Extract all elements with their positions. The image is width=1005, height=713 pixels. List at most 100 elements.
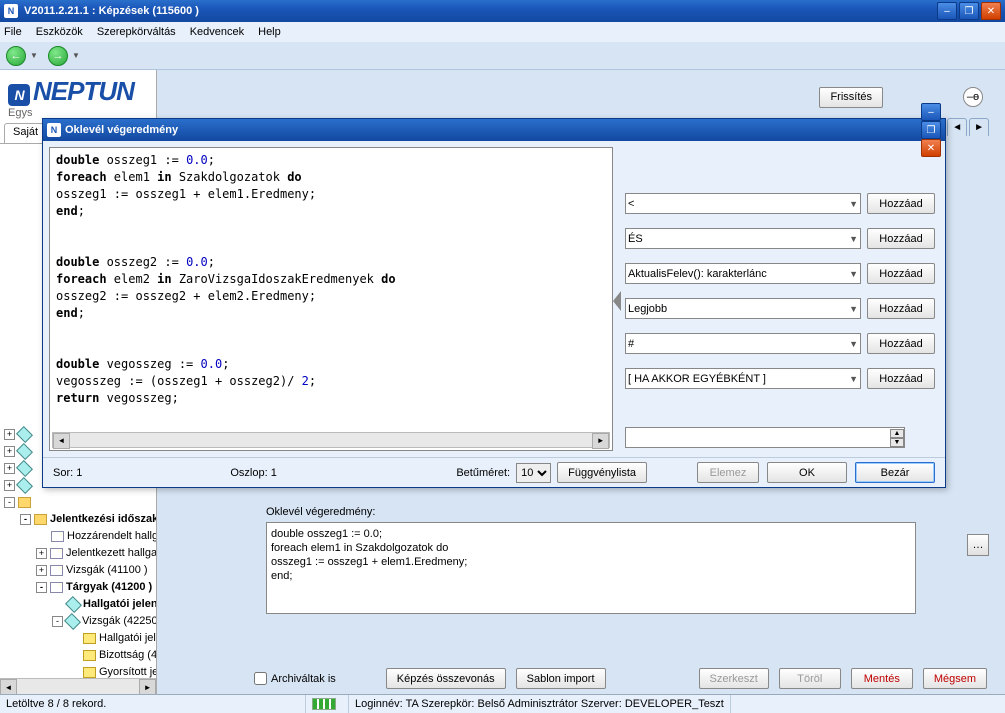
tree-note-icon — [83, 650, 96, 661]
edit-button[interactable]: Szerkeszt — [699, 668, 769, 689]
status-left: Letöltve 8 / 8 rekord. — [6, 695, 306, 713]
combo-ifelse[interactable]: [ HA AKKOR EGYÉBKÉNT ] ▼ — [625, 368, 861, 389]
tree-folder-icon — [34, 514, 47, 525]
add-button-3[interactable]: Hozzáad — [867, 263, 935, 284]
tree-dia-icon — [16, 460, 33, 477]
tree-expander-icon[interactable]: - — [20, 514, 31, 525]
add-button-2[interactable]: Hozzáad — [867, 228, 935, 249]
bottom-button-row: Archiváltak is Képzés összevonás Sablon … — [240, 668, 987, 689]
archive-checkbox-label: Archiváltak is — [271, 673, 336, 685]
menu-help[interactable]: Help — [258, 26, 281, 38]
nav-back-dropdown[interactable]: ▼ — [30, 51, 38, 60]
combo-logic[interactable]: ÉS ▼ — [625, 228, 861, 249]
code-hscrollbar[interactable] — [52, 432, 610, 448]
tree-dia-icon — [16, 443, 33, 460]
menu-roleswitch[interactable]: Szerepkörváltás — [97, 26, 176, 38]
save-button[interactable]: Mentés — [851, 668, 913, 689]
tabs-nav-right[interactable]: ► — [969, 118, 989, 136]
combo-best[interactable]: Legjobb ▼ — [625, 298, 861, 319]
add-button-6[interactable]: Hozzáad — [867, 368, 935, 389]
main-titlebar: N V2011.2.21.1 : Képzések (115600 ) – ❐ … — [0, 0, 1005, 22]
tree-node[interactable]: Hallgatói jelentke — [2, 596, 156, 613]
tree-node[interactable]: -Vizsgák (42250 ) — [2, 613, 156, 630]
dialog-titlebar[interactable]: N Oklevél végeredmény – ❐ ✕ — [43, 119, 945, 141]
tree-doc-icon — [51, 531, 64, 542]
tree-expander-icon[interactable]: + — [36, 565, 47, 576]
tree-node[interactable]: Hallgatói jelentke — [2, 630, 156, 647]
combo-ifelse-value: [ HA AKKOR EGYÉBKÉNT ] — [628, 373, 766, 385]
tree-expander-icon[interactable]: - — [36, 582, 47, 593]
tree-expander-icon[interactable]: - — [52, 616, 63, 627]
tree-note-icon — [83, 667, 96, 678]
tabs-nav-left[interactable]: ◄ — [947, 118, 967, 136]
menu-tools[interactable]: Eszközök — [36, 26, 83, 38]
result-textarea[interactable] — [266, 522, 916, 614]
refresh-button[interactable]: Frissítés — [819, 87, 883, 108]
cancel-button[interactable]: Mégsem — [923, 668, 987, 689]
analyze-button[interactable]: Elemez — [697, 462, 759, 483]
font-size-select[interactable]: 10 — [516, 463, 551, 483]
number-spinner[interactable]: ▲ ▼ — [625, 427, 905, 448]
ellipsis-button[interactable]: … — [967, 534, 989, 556]
status-row: Sor: 1 — [53, 467, 82, 479]
tree-node[interactable]: - — [2, 494, 156, 511]
menu-favorites[interactable]: Kedvencek — [190, 26, 244, 38]
add-button-4[interactable]: Hozzáad — [867, 298, 935, 319]
tree-expander-icon[interactable]: + — [4, 446, 15, 457]
combo-hash-value: # — [628, 338, 634, 350]
dialog-maximize-button[interactable]: ❐ — [921, 121, 941, 139]
tree-node[interactable]: - Jelentkezési időszak (40 — [2, 511, 156, 528]
close-dialog-button[interactable]: Bezár — [855, 462, 935, 483]
archive-checkbox-input[interactable] — [254, 672, 267, 685]
add-button-5[interactable]: Hozzáad — [867, 333, 935, 354]
tree-dia-icon — [16, 426, 33, 443]
nav-forward-dropdown[interactable]: ▼ — [72, 51, 80, 60]
tree-expander-icon[interactable]: + — [4, 429, 15, 440]
maximize-button[interactable]: ❐ — [959, 2, 979, 20]
minimize-button[interactable]: – — [937, 2, 957, 20]
spinner-down-icon[interactable]: ▼ — [890, 438, 904, 447]
tree-expander-icon[interactable]: + — [4, 480, 15, 491]
tree-node-label: Hallgatói jelentke — [99, 632, 156, 644]
combo-logic-value: ÉS — [628, 233, 643, 245]
nav-back-button[interactable]: ← — [6, 46, 26, 66]
tree-node-label: Jelentkezési időszak (40 — [50, 513, 156, 525]
tree-hscrollbar[interactable] — [0, 678, 156, 694]
combo-hash[interactable]: # ▼ — [625, 333, 861, 354]
collapse-arrow-icon[interactable] — [613, 291, 621, 311]
dialog-oklevel: N Oklevél végeredmény – ❐ ✕ double ossze… — [42, 118, 946, 488]
tree-expander-icon[interactable]: + — [4, 463, 15, 474]
delete-button[interactable]: Töröl — [779, 668, 841, 689]
spinner-up-icon[interactable]: ▲ — [890, 429, 904, 438]
archive-checkbox[interactable]: Archiváltak is — [254, 672, 336, 685]
tree-node[interactable]: -Tárgyak (41200 ) — [2, 579, 156, 596]
close-button[interactable]: ✕ — [981, 2, 1001, 20]
function-list-button[interactable]: Függvénylista — [557, 462, 647, 483]
logo-brand: NEPTUN — [33, 76, 134, 106]
dialog-minimize-button[interactable]: – — [921, 103, 941, 121]
font-size-label: Betűméret: — [456, 467, 510, 479]
combo-field[interactable]: AktualisFelev(): karakterlánc ▼ — [625, 263, 861, 284]
tree-node[interactable]: Hozzárendelt hallgatók (4 — [2, 528, 156, 545]
code-editor[interactable]: double osszeg1 := 0.0; foreach elem1 in … — [49, 147, 613, 451]
add-button-1[interactable]: Hozzáad — [867, 193, 935, 214]
status-progress-icon — [312, 698, 336, 710]
template-import-button[interactable]: Sablon import — [516, 668, 606, 689]
tree-folder-icon — [18, 497, 31, 508]
nav-forward-button[interactable]: → — [48, 46, 68, 66]
tree-node[interactable]: +Vizsgák (41100 ) — [2, 562, 156, 579]
tree-node[interactable]: Gyorsított jegybe — [2, 664, 156, 678]
combo-operator[interactable]: < ▼ — [625, 193, 861, 214]
tree-expander-icon[interactable]: + — [36, 548, 47, 559]
tool-icon[interactable]: –ɵ — [963, 87, 983, 107]
tree-doc-icon — [50, 548, 63, 559]
tree-expander-icon[interactable]: - — [4, 497, 15, 508]
tree-node[interactable]: Bizottság (42350 — [2, 647, 156, 664]
tree-node-label: Hozzárendelt hallgatók (4 — [67, 530, 156, 542]
tree-tab-own[interactable]: Saját — [4, 123, 47, 143]
tree-node[interactable]: +Jelentkezett hallgatók (41 — [2, 545, 156, 562]
ok-button[interactable]: OK — [767, 462, 847, 483]
tree-node-label: Gyorsított jegybe — [99, 666, 156, 678]
menu-file[interactable]: File — [4, 26, 22, 38]
merge-button[interactable]: Képzés összevonás — [386, 668, 506, 689]
